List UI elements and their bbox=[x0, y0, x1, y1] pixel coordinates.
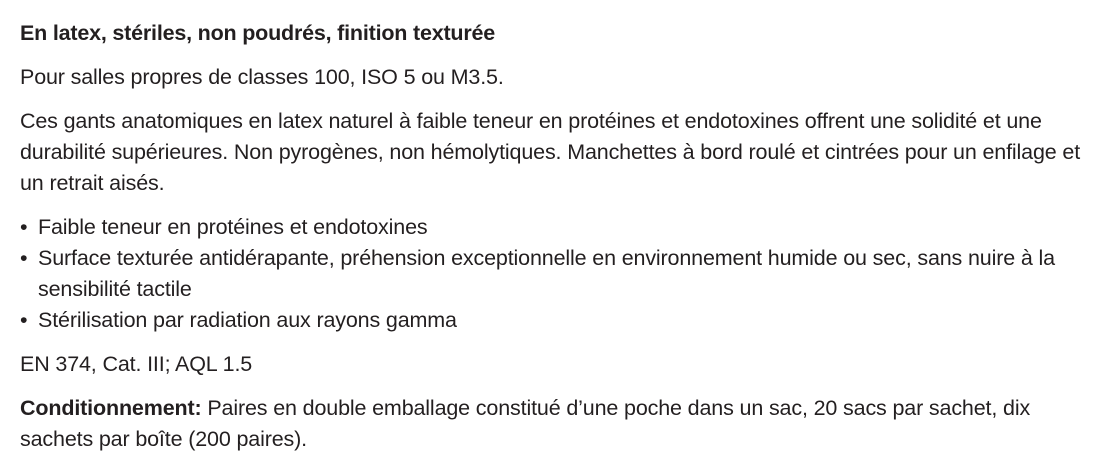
feature-list: • Faible teneur en protéines et endotoxi… bbox=[20, 212, 1090, 336]
product-heading: En latex, stériles, non poudrés, finitio… bbox=[20, 21, 496, 45]
bullet-icon: • bbox=[20, 308, 28, 332]
feature-item: • Faible teneur en protéines et endotoxi… bbox=[20, 212, 1090, 243]
feature-text: Surface texturée antidérapante, préhensi… bbox=[38, 246, 1055, 301]
norms-text: EN 374, Cat. III; AQL 1.5 bbox=[20, 352, 253, 376]
feature-item: • Surface texturée antidérapante, préhen… bbox=[20, 243, 1090, 305]
feature-item: • Stérilisation par radiation aux rayons… bbox=[20, 305, 1090, 336]
feature-text: Stérilisation par radiation aux rayons g… bbox=[38, 308, 457, 332]
bullet-icon: • bbox=[20, 246, 28, 270]
feature-text: Faible teneur en protéines et endotoxine… bbox=[38, 215, 428, 239]
product-description: En latex, stériles, non poudrés, finitio… bbox=[0, 0, 1110, 456]
bullet-icon: • bbox=[20, 215, 28, 239]
packaging-paragraph: Conditionnement: Paires en double emball… bbox=[20, 393, 1090, 455]
packaging-label: Conditionnement: bbox=[20, 396, 202, 420]
cleanroom-class-text: Pour salles propres de classes 100, ISO … bbox=[20, 65, 504, 89]
description-paragraph: Ces gants anatomiques en latex naturel à… bbox=[20, 109, 1081, 195]
